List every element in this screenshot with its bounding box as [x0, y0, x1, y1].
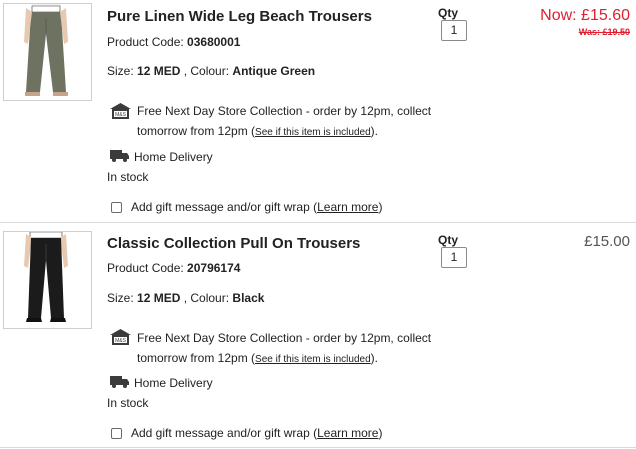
stock-status: In stock: [107, 396, 149, 410]
learn-more-link[interactable]: Learn more: [317, 426, 378, 440]
product-title[interactable]: Classic Collection Pull On Trousers: [107, 235, 360, 252]
price-now: Now: £15.60: [540, 7, 630, 24]
qty-input[interactable]: 1: [441, 247, 467, 268]
basket-item-1: Pure Linen Wide Leg Beach Trousers Produ…: [0, 0, 636, 223]
product-title[interactable]: Pure Linen Wide Leg Beach Trousers: [107, 8, 372, 25]
product-code: Product Code: 03680001: [107, 35, 241, 49]
product-image[interactable]: [3, 231, 92, 329]
price-was: Was: £19.50: [578, 27, 630, 37]
see-if-included-link[interactable]: See if this item is included: [255, 354, 371, 365]
delivery-van-icon: [110, 376, 129, 388]
product-code: Product Code: 20796174: [107, 261, 241, 275]
basket-item-2: Classic Collection Pull On Trousers Prod…: [0, 223, 636, 448]
collection-info: Free Next Day Store Collection - order b…: [137, 104, 432, 118]
gift-checkbox[interactable]: [111, 202, 122, 213]
ms-store-icon: M&S: [110, 329, 131, 345]
home-delivery: Home Delivery: [134, 376, 213, 390]
trousers-image-icon: [24, 4, 68, 96]
svg-text:M&S: M&S: [115, 112, 127, 118]
gift-checkbox[interactable]: [111, 428, 122, 439]
gift-option: Add gift message and/or gift wrap (Learn…: [131, 426, 383, 440]
svg-text:M&S: M&S: [115, 338, 127, 344]
size-colour: Size: 12 MED , Colour: Black: [107, 291, 265, 305]
see-if-included-link[interactable]: See if this item is included: [255, 127, 371, 138]
learn-more-link[interactable]: Learn more: [317, 200, 378, 214]
trousers-image-icon: [24, 232, 68, 322]
size-colour: Size: 12 MED , Colour: Antique Green: [107, 64, 316, 78]
qty-label: Qty: [438, 233, 459, 247]
stock-status: In stock: [107, 170, 149, 184]
collection-info-2: tomorrow from 12pm (See if this item is …: [137, 124, 378, 138]
ms-store-icon: M&S: [110, 103, 131, 119]
collection-info-2: tomorrow from 12pm (See if this item is …: [137, 351, 378, 365]
delivery-van-icon: [110, 150, 129, 162]
product-image[interactable]: [3, 3, 92, 101]
home-delivery: Home Delivery: [134, 150, 213, 164]
qty-label: Qty: [438, 6, 459, 20]
price: £15.00: [584, 233, 630, 250]
gift-option: Add gift message and/or gift wrap (Learn…: [131, 200, 383, 214]
collection-info: Free Next Day Store Collection - order b…: [137, 331, 432, 345]
qty-input[interactable]: 1: [441, 20, 467, 41]
